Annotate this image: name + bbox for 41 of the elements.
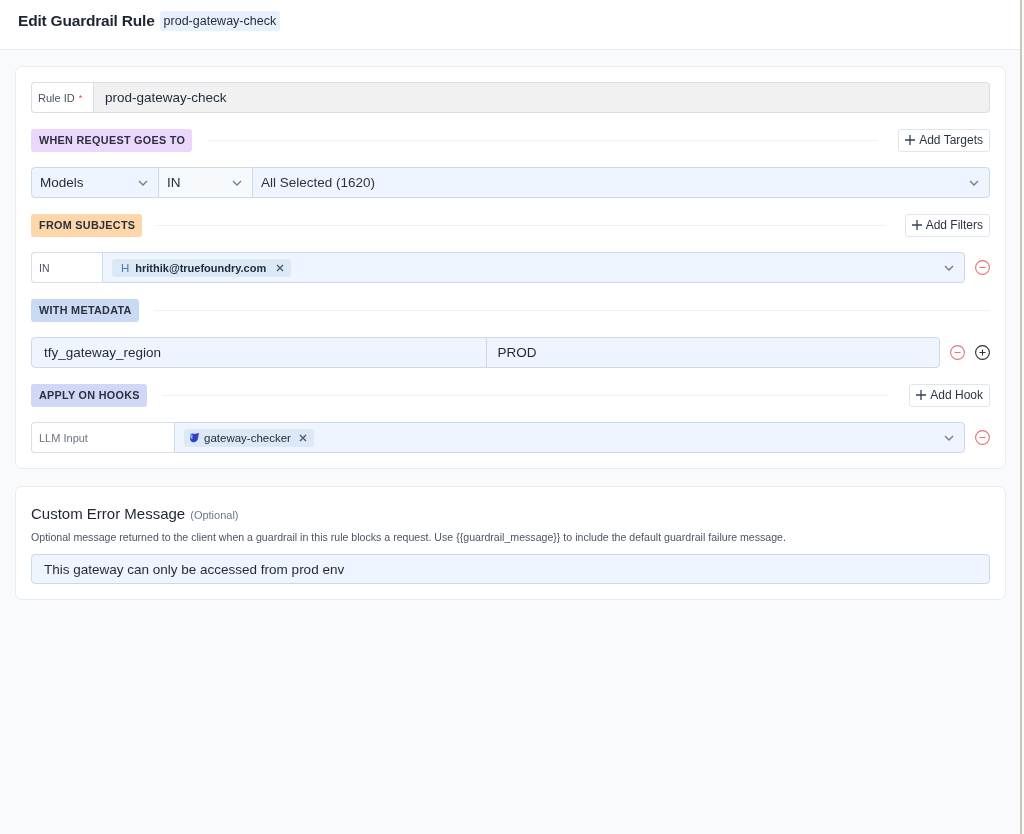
plus-icon — [911, 220, 922, 230]
chevron-down-icon — [944, 264, 954, 271]
add-button[interactable]: Add Hook — [909, 383, 990, 407]
multi-select-field[interactable]: H hrithik@truefoundry.com — [102, 252, 965, 283]
chevron-down-icon — [232, 179, 242, 186]
rule-name-badge: prod-gateway-check — [159, 11, 281, 31]
section-title: Custom Error Message — [31, 504, 186, 523]
chevron-down-icon — [138, 179, 148, 186]
close-icon[interactable] — [298, 433, 307, 442]
section-label: WITH METADATA — [31, 298, 139, 322]
tag-chip[interactable]: gateway-checker — [184, 428, 314, 447]
optional-note: (Optional) — [190, 509, 239, 521]
multi-select-field[interactable]: gateway-checker — [174, 422, 965, 453]
plus-circle-icon[interactable] — [975, 345, 990, 360]
chevron-down-icon — [969, 179, 979, 186]
message-field[interactable]: This gateway can only be accessed from prod env — [31, 554, 990, 584]
select-field[interactable]: Models — [31, 167, 159, 198]
help-text: Optional message returned to the client when a guardrail in this rule blocks a request. Use {{guardrail_message}} to include the default guardrail failure message. — [31, 530, 787, 544]
select-field[interactable]: All Selected (1620) — [252, 167, 990, 198]
rule-id-input[interactable]: prod-gateway-check — [93, 82, 990, 113]
section-label: APPLY ON HOOKS — [31, 383, 147, 407]
section-label: FROM SUBJECTS — [31, 213, 143, 237]
minus-circle-icon[interactable] — [975, 430, 990, 445]
close-icon[interactable] — [276, 263, 285, 272]
add-button[interactable]: Add Filters — [904, 213, 990, 237]
select-field[interactable]: IN — [158, 167, 253, 198]
operator-field[interactable]: IN — [31, 252, 102, 283]
page-title: Edit Guardrail Rule — [18, 11, 155, 31]
minus-circle-icon[interactable] — [975, 260, 990, 275]
value-field[interactable]: PROD — [485, 337, 940, 368]
section-label: WHEN REQUEST GOES TO — [31, 128, 193, 152]
key-field[interactable]: tfy_gateway_region — [31, 337, 487, 368]
plus-icon — [905, 135, 916, 145]
plus-icon — [916, 390, 927, 400]
minus-circle-icon[interactable] — [950, 345, 965, 360]
add-button[interactable]: Add Targets — [898, 128, 990, 152]
chevron-down-icon — [944, 434, 954, 441]
avatar-initial: H — [121, 261, 130, 274]
tag-chip[interactable]: H hrithik@truefoundry.com — [112, 258, 292, 277]
logo-icon — [189, 432, 200, 443]
operator-field[interactable]: LLM Input — [31, 422, 174, 453]
